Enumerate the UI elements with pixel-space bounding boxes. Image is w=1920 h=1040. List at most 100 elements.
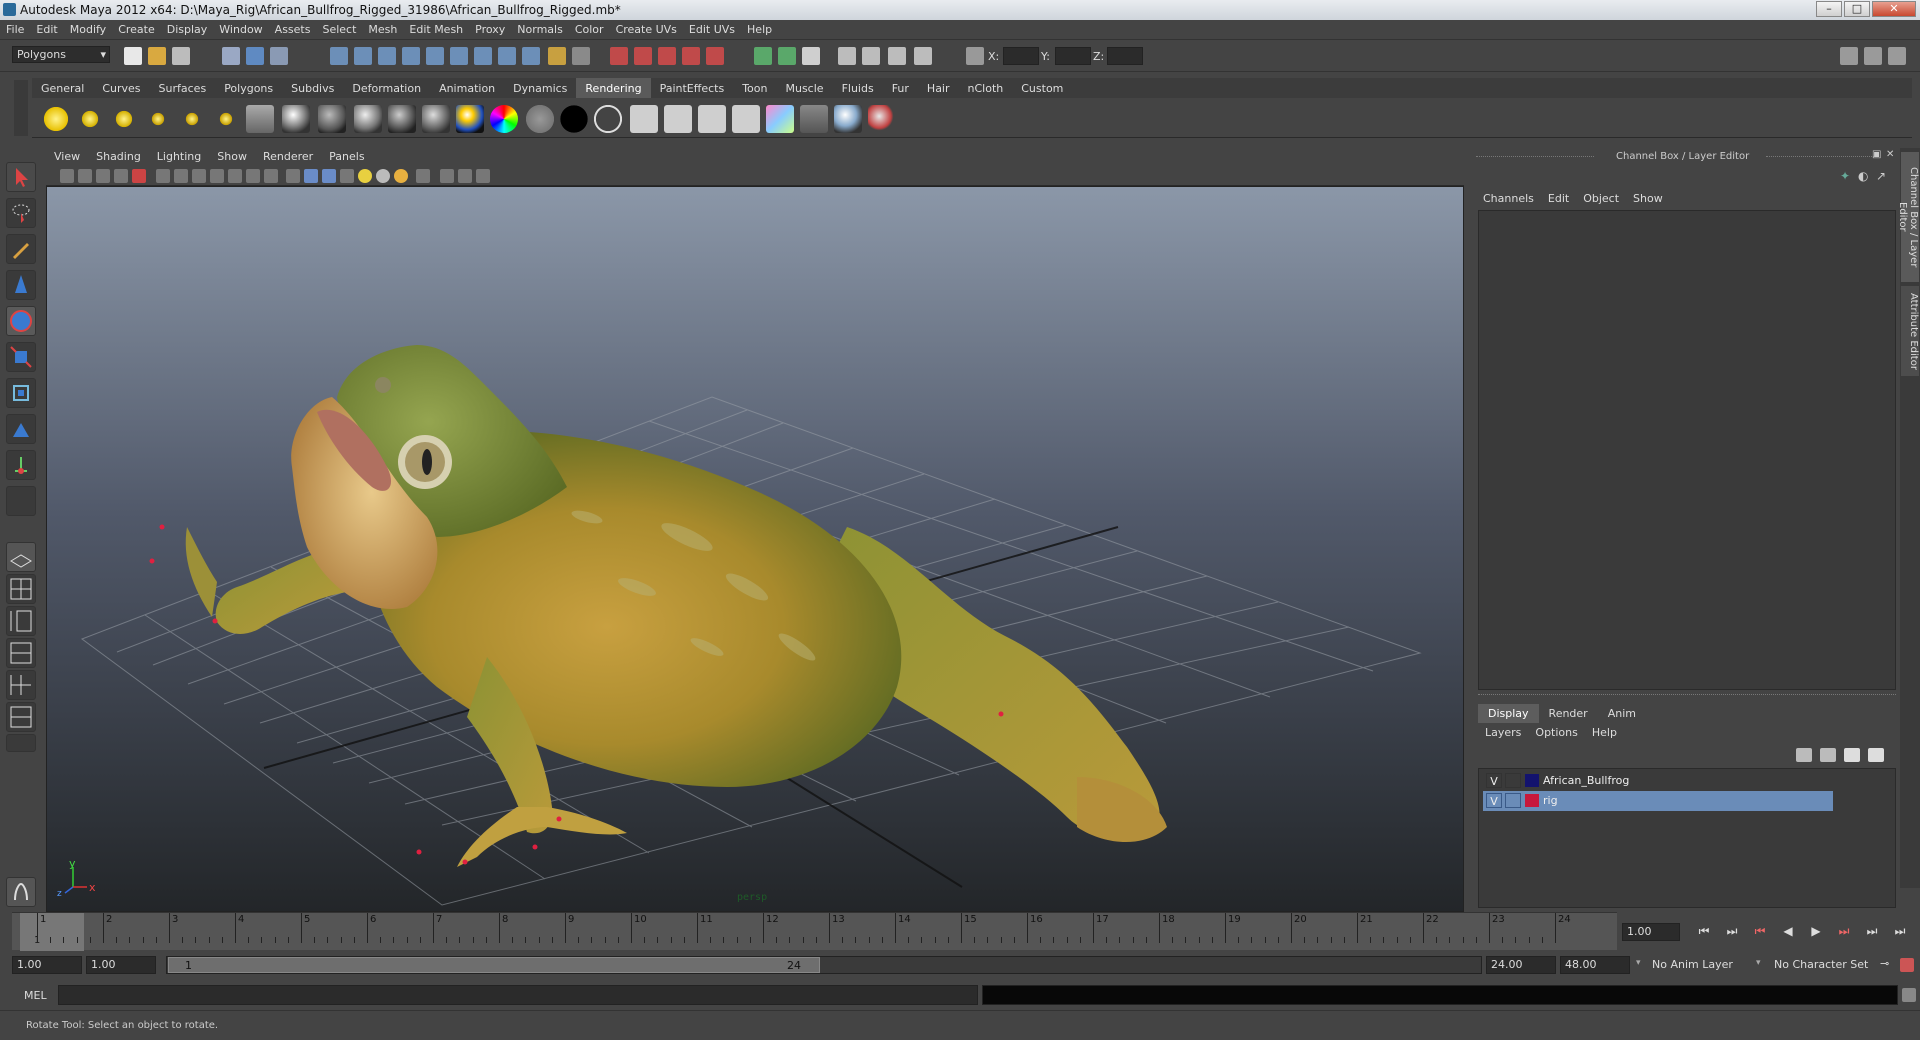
lambert-material-icon[interactable] xyxy=(318,105,346,133)
safe-title-icon[interactable] xyxy=(264,169,278,183)
question-icon[interactable] xyxy=(522,47,540,65)
command-input[interactable] xyxy=(58,985,978,1005)
light-linking-icon[interactable] xyxy=(800,105,828,133)
menu-display[interactable]: Display xyxy=(161,20,214,36)
hyperbolic-icon[interactable]: ↗ xyxy=(1876,169,1886,183)
animation-end-field[interactable]: 48.00 xyxy=(1560,956,1630,974)
xray-joints-icon[interactable] xyxy=(458,169,472,183)
tab-attribute-editor[interactable]: Attribute Editor xyxy=(1901,286,1919,376)
lock-icon[interactable] xyxy=(548,47,566,65)
camera-attributes-icon[interactable] xyxy=(78,169,92,183)
menu-color[interactable]: Color xyxy=(569,20,610,36)
smooth-shade-icon[interactable] xyxy=(304,169,318,183)
layer-row-african-bullfrog[interactable]: V African_Bullfrog xyxy=(1483,771,1833,791)
render-view-shelf-icon[interactable] xyxy=(732,105,760,133)
transform-field-icon[interactable] xyxy=(966,47,984,65)
minimize-button[interactable]: – xyxy=(1816,1,1842,17)
float-panel-icon[interactable]: ▣ xyxy=(1872,149,1881,160)
panel-splitter[interactable] xyxy=(1478,694,1896,700)
range-slider-handle[interactable]: 1 24 xyxy=(168,957,820,973)
layer-menu-layers[interactable]: Layers xyxy=(1478,724,1528,741)
scene-render[interactable] xyxy=(47,187,1464,912)
two-d-pan-zoom-icon[interactable] xyxy=(132,169,146,183)
chevron-down-icon[interactable]: ▾ xyxy=(1636,958,1641,968)
anim-layer-dropdown[interactable]: No Anim Layer xyxy=(1652,958,1733,971)
channel-box-menu-edit[interactable]: Edit xyxy=(1541,190,1576,207)
menu-file[interactable]: File xyxy=(0,20,30,36)
layer-menu-options[interactable]: Options xyxy=(1528,724,1584,741)
persp-viewport[interactable]: persp y x z xyxy=(46,186,1464,912)
ipr-render-shelf-icon[interactable] xyxy=(664,105,692,133)
select-hierarchy-icon[interactable] xyxy=(222,47,240,65)
use-background-icon[interactable] xyxy=(560,105,588,133)
menu-normals[interactable]: Normals xyxy=(511,20,569,36)
channel-box-list[interactable] xyxy=(1478,210,1896,690)
select-handles-icon[interactable] xyxy=(330,47,348,65)
menu-edit-uvs[interactable]: Edit UVs xyxy=(683,20,741,36)
menu-select[interactable]: Select xyxy=(316,20,362,36)
new-empty-layer-icon[interactable] xyxy=(1844,748,1860,762)
select-joints-icon[interactable] xyxy=(354,47,372,65)
snap-point-icon[interactable] xyxy=(658,47,676,65)
select-rendering-icon[interactable] xyxy=(474,47,492,65)
snap-view-plane-icon[interactable] xyxy=(682,47,700,65)
layer-visibility-toggle[interactable]: V xyxy=(1486,793,1502,808)
new-layer-from-selection-icon[interactable] xyxy=(1868,748,1884,762)
render-settings-icon[interactable] xyxy=(914,47,932,65)
select-curves-icon[interactable] xyxy=(378,47,396,65)
environment-sphere-icon[interactable] xyxy=(834,105,862,133)
shelf-tab-toon[interactable]: Toon xyxy=(733,78,776,98)
hypershade-icon[interactable] xyxy=(766,105,794,133)
layer-menu-help[interactable]: Help xyxy=(1585,724,1624,741)
menu-edit-mesh[interactable]: Edit Mesh xyxy=(403,20,469,36)
select-component-icon[interactable] xyxy=(270,47,288,65)
layer-tab-render[interactable]: Render xyxy=(1539,704,1598,723)
layer-tab-display[interactable]: Display xyxy=(1478,704,1539,723)
snap-grid-icon[interactable] xyxy=(610,47,628,65)
key-icon[interactable]: ⊸ xyxy=(1880,957,1889,970)
ramp-shader-icon[interactable] xyxy=(456,105,484,133)
shelf-tab-rendering[interactable]: Rendering xyxy=(576,78,651,98)
menu-mesh[interactable]: Mesh xyxy=(362,20,403,36)
play-forwards-icon[interactable]: ▶ xyxy=(1808,924,1824,940)
playback-end-field[interactable]: 24.00 xyxy=(1486,956,1556,974)
isolate-select-icon[interactable] xyxy=(440,169,454,183)
toggle-tool-settings-icon[interactable] xyxy=(1864,47,1882,65)
last-tool-slot-icon[interactable] xyxy=(6,486,36,516)
snap-live-icon[interactable] xyxy=(706,47,724,65)
save-scene-icon[interactable] xyxy=(172,47,190,65)
shadows-icon[interactable] xyxy=(376,169,390,183)
dock-grip-right[interactable] xyxy=(1766,156,1874,157)
menu-proxy[interactable]: Proxy xyxy=(469,20,511,36)
script-editor-icon[interactable] xyxy=(1902,988,1916,1002)
select-surfaces-icon[interactable] xyxy=(402,47,420,65)
gate-mask-icon[interactable] xyxy=(210,169,224,183)
shelf-tab-ncloth[interactable]: nCloth xyxy=(959,78,1013,98)
playback-start-field[interactable]: 1.00 xyxy=(86,956,156,974)
move-layer-up-icon[interactable] xyxy=(1796,748,1812,762)
default-light-icon[interactable] xyxy=(394,169,408,183)
viewport-menu-panels[interactable]: Panels xyxy=(321,148,372,163)
ipr-render-icon[interactable] xyxy=(888,47,906,65)
open-scene-icon[interactable] xyxy=(148,47,166,65)
tab-channel-box-layer-editor[interactable]: Channel Box / Layer Editor xyxy=(1897,152,1919,282)
spot-light-icon[interactable] xyxy=(144,105,172,133)
shelf-tab-general[interactable]: General xyxy=(32,78,93,98)
construction-history-icon[interactable] xyxy=(802,47,820,65)
select-tool-icon[interactable] xyxy=(6,162,36,192)
universal-manipulator-icon[interactable] xyxy=(6,378,36,408)
speed-mode-icon[interactable]: ◐ xyxy=(1858,169,1868,183)
ambient-light-icon[interactable] xyxy=(42,105,70,133)
shelf-tab-fur[interactable]: Fur xyxy=(883,78,918,98)
layer-display-type-toggle[interactable] xyxy=(1505,793,1521,808)
phong-e-material-icon[interactable] xyxy=(388,105,416,133)
xray-icon[interactable] xyxy=(416,169,430,183)
dock-grip-left[interactable] xyxy=(1476,156,1594,157)
layer-color-swatch[interactable] xyxy=(1525,794,1539,807)
grid-toggle-icon[interactable] xyxy=(156,169,170,183)
viewport-menu-shading[interactable]: Shading xyxy=(88,148,149,163)
z-field[interactable] xyxy=(1107,47,1143,65)
time-slider[interactable]: 1 12345678910111213141516171819202122232… xyxy=(12,912,1617,951)
channel-box-menu-object[interactable]: Object xyxy=(1576,190,1626,207)
shelf-tab-hair[interactable]: Hair xyxy=(918,78,959,98)
